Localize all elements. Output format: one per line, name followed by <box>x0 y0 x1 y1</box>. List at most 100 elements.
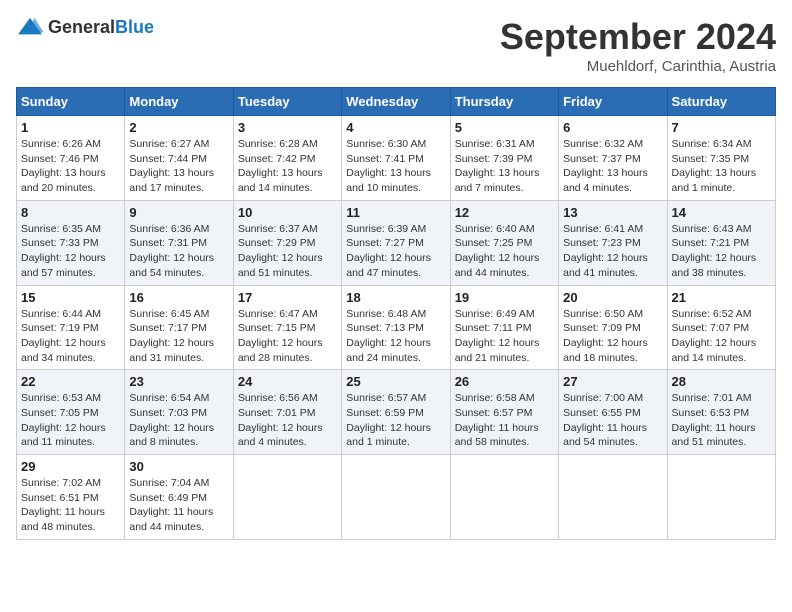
calendar-cell: 18 Sunrise: 6:48 AMSunset: 7:13 PMDayligh… <box>342 285 450 370</box>
day-number: 13 <box>563 205 662 220</box>
day-number: 1 <box>21 120 120 135</box>
day-info: Sunrise: 7:04 AMSunset: 6:49 PMDaylight:… <box>129 476 228 535</box>
calendar-week-1: 8 Sunrise: 6:35 AMSunset: 7:33 PMDaylight… <box>17 200 776 285</box>
day-info: Sunrise: 6:54 AMSunset: 7:03 PMDaylight:… <box>129 391 228 450</box>
day-info: Sunrise: 7:02 AMSunset: 6:51 PMDaylight:… <box>21 476 120 535</box>
day-info: Sunrise: 6:47 AMSunset: 7:15 PMDaylight:… <box>238 307 337 366</box>
calendar-cell: 25 Sunrise: 6:57 AMSunset: 6:59 PMDayligh… <box>342 370 450 455</box>
day-header-sunday: Sunday <box>17 88 125 116</box>
day-header-tuesday: Tuesday <box>233 88 341 116</box>
day-number: 6 <box>563 120 662 135</box>
day-number: 10 <box>238 205 337 220</box>
day-number: 26 <box>455 374 554 389</box>
day-info: Sunrise: 6:31 AMSunset: 7:39 PMDaylight:… <box>455 137 554 196</box>
calendar-cell <box>667 455 775 540</box>
calendar-body: 1 Sunrise: 6:26 AMSunset: 7:46 PMDaylight… <box>17 116 776 540</box>
calendar-cell: 2Sunrise: 6:27 AMSunset: 7:44 PMDaylight… <box>125 116 233 201</box>
day-number: 27 <box>563 374 662 389</box>
calendar-cell: 22 Sunrise: 6:53 AMSunset: 7:05 PMDayligh… <box>17 370 125 455</box>
day-number: 7 <box>672 120 771 135</box>
day-info: Sunrise: 6:52 AMSunset: 7:07 PMDaylight:… <box>672 307 771 366</box>
calendar-cell: 28 Sunrise: 7:01 AMSunset: 6:53 PMDayligh… <box>667 370 775 455</box>
day-number: 11 <box>346 205 445 220</box>
calendar-week-4: 29 Sunrise: 7:02 AMSunset: 6:51 PMDayligh… <box>17 455 776 540</box>
calendar-cell: 20 Sunrise: 6:50 AMSunset: 7:09 PMDayligh… <box>559 285 667 370</box>
day-info: Sunrise: 6:43 AMSunset: 7:21 PMDaylight:… <box>672 222 771 281</box>
calendar-cell: 15 Sunrise: 6:44 AMSunset: 7:19 PMDayligh… <box>17 285 125 370</box>
day-number: 8 <box>21 205 120 220</box>
calendar-cell <box>233 455 341 540</box>
calendar-table: SundayMondayTuesdayWednesdayThursdayFrid… <box>16 87 776 540</box>
calendar-cell: 30 Sunrise: 7:04 AMSunset: 6:49 PMDayligh… <box>125 455 233 540</box>
day-number: 24 <box>238 374 337 389</box>
calendar-cell: 12Sunrise: 6:40 AMSunset: 7:25 PMDayligh… <box>450 200 558 285</box>
calendar-cell: 10 Sunrise: 6:37 AMSunset: 7:29 PMDayligh… <box>233 200 341 285</box>
calendar-cell: 4 Sunrise: 6:30 AMSunset: 7:41 PMDaylight… <box>342 116 450 201</box>
day-header-monday: Monday <box>125 88 233 116</box>
day-info: Sunrise: 6:35 AMSunset: 7:33 PMDaylight:… <box>21 222 120 281</box>
day-info: Sunrise: 6:32 AMSunset: 7:37 PMDaylight:… <box>563 137 662 196</box>
calendar-cell: 6 Sunrise: 6:32 AMSunset: 7:37 PMDaylight… <box>559 116 667 201</box>
day-number: 18 <box>346 290 445 305</box>
calendar-cell: 1 Sunrise: 6:26 AMSunset: 7:46 PMDaylight… <box>17 116 125 201</box>
day-info: Sunrise: 6:50 AMSunset: 7:09 PMDaylight:… <box>563 307 662 366</box>
logo-icon <box>16 16 44 38</box>
day-info: Sunrise: 6:57 AMSunset: 6:59 PMDaylight:… <box>346 391 445 450</box>
calendar-cell <box>450 455 558 540</box>
day-info: Sunrise: 6:37 AMSunset: 7:29 PMDaylight:… <box>238 222 337 281</box>
calendar-cell: 3 Sunrise: 6:28 AMSunset: 7:42 PMDaylight… <box>233 116 341 201</box>
day-number: 23 <box>129 374 228 389</box>
day-number: 17 <box>238 290 337 305</box>
month-title: September 2024 <box>500 16 776 58</box>
calendar-cell: 21 Sunrise: 6:52 AMSunset: 7:07 PMDayligh… <box>667 285 775 370</box>
day-number: 25 <box>346 374 445 389</box>
calendar-cell: 27 Sunrise: 7:00 AMSunset: 6:55 PMDayligh… <box>559 370 667 455</box>
calendar-cell: 5 Sunrise: 6:31 AMSunset: 7:39 PMDaylight… <box>450 116 558 201</box>
day-info: Sunrise: 7:01 AMSunset: 6:53 PMDaylight:… <box>672 391 771 450</box>
day-header-wednesday: Wednesday <box>342 88 450 116</box>
day-header-saturday: Saturday <box>667 88 775 116</box>
day-number: 28 <box>672 374 771 389</box>
day-number: 3 <box>238 120 337 135</box>
calendar-cell: 24 Sunrise: 6:56 AMSunset: 7:01 PMDayligh… <box>233 370 341 455</box>
calendar-cell: 26Sunrise: 6:58 AMSunset: 6:57 PMDayligh… <box>450 370 558 455</box>
day-info: Sunrise: 7:00 AMSunset: 6:55 PMDaylight:… <box>563 391 662 450</box>
day-number: 21 <box>672 290 771 305</box>
day-number: 30 <box>129 459 228 474</box>
calendar-cell <box>342 455 450 540</box>
day-info: Sunrise: 6:40 AMSunset: 7:25 PMDaylight:… <box>455 222 554 281</box>
day-info: Sunrise: 6:53 AMSunset: 7:05 PMDaylight:… <box>21 391 120 450</box>
day-number: 2 <box>129 120 228 135</box>
day-info: Sunrise: 6:39 AMSunset: 7:27 PMDaylight:… <box>346 222 445 281</box>
day-header-friday: Friday <box>559 88 667 116</box>
calendar-cell: 11 Sunrise: 6:39 AMSunset: 7:27 PMDayligh… <box>342 200 450 285</box>
calendar-week-2: 15 Sunrise: 6:44 AMSunset: 7:19 PMDayligh… <box>17 285 776 370</box>
calendar-cell: 14Sunrise: 6:43 AMSunset: 7:21 PMDayligh… <box>667 200 775 285</box>
day-info: Sunrise: 6:28 AMSunset: 7:42 PMDaylight:… <box>238 137 337 196</box>
logo-general: General <box>48 17 115 37</box>
day-info: Sunrise: 6:36 AMSunset: 7:31 PMDaylight:… <box>129 222 228 281</box>
calendar-cell <box>559 455 667 540</box>
day-info: Sunrise: 6:48 AMSunset: 7:13 PMDaylight:… <box>346 307 445 366</box>
day-info: Sunrise: 6:26 AMSunset: 7:46 PMDaylight:… <box>21 137 120 196</box>
day-info: Sunrise: 6:44 AMSunset: 7:19 PMDaylight:… <box>21 307 120 366</box>
calendar-cell: 8 Sunrise: 6:35 AMSunset: 7:33 PMDaylight… <box>17 200 125 285</box>
day-number: 15 <box>21 290 120 305</box>
day-info: Sunrise: 6:56 AMSunset: 7:01 PMDaylight:… <box>238 391 337 450</box>
calendar-cell: 19Sunrise: 6:49 AMSunset: 7:11 PMDayligh… <box>450 285 558 370</box>
day-number: 20 <box>563 290 662 305</box>
day-number: 22 <box>21 374 120 389</box>
calendar-cell: 9Sunrise: 6:36 AMSunset: 7:31 PMDaylight… <box>125 200 233 285</box>
calendar-cell: 29 Sunrise: 7:02 AMSunset: 6:51 PMDayligh… <box>17 455 125 540</box>
day-info: Sunrise: 6:45 AMSunset: 7:17 PMDaylight:… <box>129 307 228 366</box>
title-area: September 2024 Muehldorf, Carinthia, Aus… <box>500 16 776 75</box>
day-number: 16 <box>129 290 228 305</box>
day-info: Sunrise: 6:34 AMSunset: 7:35 PMDaylight:… <box>672 137 771 196</box>
day-info: Sunrise: 6:30 AMSunset: 7:41 PMDaylight:… <box>346 137 445 196</box>
day-number: 5 <box>455 120 554 135</box>
calendar-cell: 7 Sunrise: 6:34 AMSunset: 7:35 PMDaylight… <box>667 116 775 201</box>
day-number: 29 <box>21 459 120 474</box>
logo-blue: Blue <box>115 17 154 37</box>
calendar-week-0: 1 Sunrise: 6:26 AMSunset: 7:46 PMDaylight… <box>17 116 776 201</box>
day-number: 4 <box>346 120 445 135</box>
